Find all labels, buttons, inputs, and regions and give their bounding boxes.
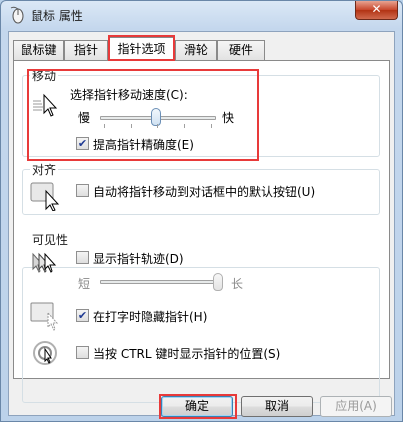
speed-fast-label: 快 [222, 111, 235, 125]
snap-group-title: 对齐 [30, 161, 59, 178]
show-location-icon [33, 341, 57, 365]
pointer-trails-label: 显示指针轨迹(D) [93, 252, 184, 266]
mouse-properties-window: 鼠标 属性 ✕ 鼠标键 指针 指针选项 滑轮 硬件 移动 选择指针移动速度(C)… [0, 0, 403, 422]
motion-group-title: 移动 [30, 67, 59, 84]
trails-slider-thumb[interactable] [213, 273, 223, 291]
speed-tick [184, 124, 185, 128]
hide-while-typing-label: 在打字时隐藏指针(H) [93, 310, 208, 324]
pointer-options-panel: 移动 选择指针移动速度(C): 慢 快 ✔ 提高指针精确度(E) 对齐 自动将指… [13, 60, 390, 403]
visibility-group [22, 267, 380, 403]
window-title: 鼠标 属性 [31, 9, 83, 23]
apply-button[interactable]: 应用(A) [320, 396, 392, 417]
ok-button[interactable]: 确定 [161, 396, 233, 417]
speed-slider-thumb[interactable] [151, 108, 161, 126]
snap-to-checkbox[interactable] [76, 184, 89, 197]
show-location-checkbox[interactable] [76, 346, 89, 359]
close-button[interactable]: ✕ [355, 1, 398, 20]
speed-slow-label: 慢 [78, 111, 91, 125]
speed-tick [104, 124, 105, 128]
show-location-label: 当按 CTRL 键时显示指针的位置(S) [93, 347, 281, 361]
title-bar[interactable]: 鼠标 属性 ✕ [1, 1, 402, 31]
mouse-icon [10, 6, 24, 24]
trails-long-label: 长 [231, 277, 244, 291]
snap-to-icon [30, 182, 60, 211]
precision-checkbox[interactable]: ✔ [76, 137, 89, 150]
speed-label: 选择指针移动速度(C): [70, 88, 188, 102]
speed-tick [131, 124, 132, 128]
tab-pointers[interactable]: 指针 [64, 40, 108, 60]
pointer-trails-icon [32, 252, 57, 273]
trails-slider-track[interactable] [100, 280, 216, 284]
cancel-button[interactable]: 取消 [241, 396, 313, 417]
speed-tick [211, 124, 212, 128]
hide-while-typing-checkbox[interactable]: ✔ [76, 309, 89, 322]
trails-short-label: 短 [78, 277, 91, 291]
dialog-client: 鼠标键 指针 指针选项 滑轮 硬件 移动 选择指针移动速度(C): 慢 快 ✔ … [8, 31, 395, 419]
tab-hardware[interactable]: 硬件 [217, 40, 265, 60]
pointer-speed-icon [33, 93, 58, 117]
speed-tick [157, 124, 158, 128]
visibility-group-title: 可见性 [30, 231, 71, 248]
tab-pointer-options[interactable]: 指针选项 [108, 37, 175, 61]
hide-pointer-icon [30, 302, 59, 331]
tab-wheel[interactable]: 滑轮 [175, 40, 217, 60]
tab-buttons[interactable]: 鼠标键 [13, 40, 64, 60]
precision-label: 提高指针精确度(E) [93, 138, 194, 152]
pointer-trails-checkbox[interactable] [76, 251, 89, 264]
snap-to-label: 自动将指针移动到对话框中的默认按钮(U) [93, 185, 316, 199]
